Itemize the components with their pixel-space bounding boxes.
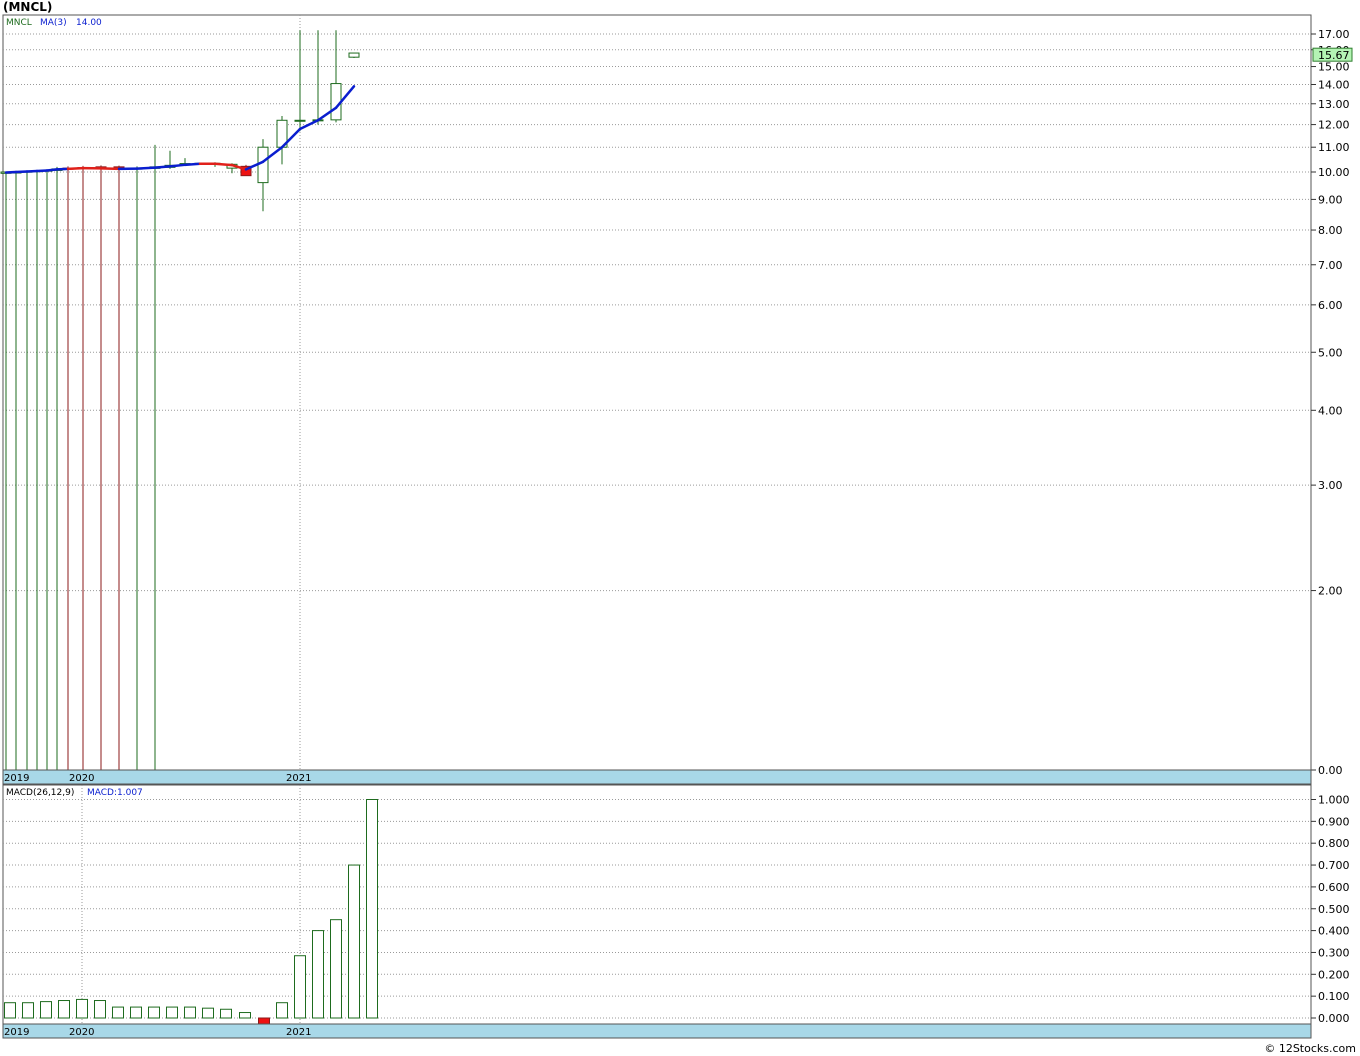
ma-line-segment xyxy=(35,169,49,173)
ma-line-segment xyxy=(4,170,18,174)
candle-body xyxy=(348,52,360,58)
ma-line-segment xyxy=(66,166,85,171)
macd-bar xyxy=(22,1002,34,1019)
macd-bar xyxy=(348,864,360,1019)
macd-bar xyxy=(239,1012,251,1019)
price-axis-label: 9.00 xyxy=(1318,193,1343,206)
price-axis-label: 2.00 xyxy=(1318,585,1343,598)
macd-bar xyxy=(148,1006,160,1019)
candle-body xyxy=(294,119,306,122)
ma-line-segment xyxy=(183,162,202,167)
macd-bar xyxy=(112,1006,124,1019)
copyright-footer: © 12Stocks.com xyxy=(1264,1042,1356,1055)
macd-x-axis-label: 2021 xyxy=(286,1027,311,1038)
price-axis-label: 17.00 xyxy=(1318,28,1350,41)
price-axis-label: 3.00 xyxy=(1318,479,1343,492)
macd-bar xyxy=(220,1008,232,1019)
macd-bar xyxy=(58,1000,70,1019)
macd-axis-label: 0.300 xyxy=(1318,946,1350,959)
ma-line-segment xyxy=(55,167,70,171)
price-axis-label: 5.00 xyxy=(1318,346,1343,359)
macd-bar xyxy=(166,1006,178,1019)
x-axis-label: 2020 xyxy=(69,773,94,784)
legend-ma-value: 14.00 xyxy=(76,18,102,28)
macd-bar xyxy=(330,919,342,1019)
price-axis-label: 15.00 xyxy=(1318,61,1350,74)
legend-symbol: MNCL xyxy=(6,18,32,28)
macd-axis-label: 0.700 xyxy=(1318,859,1350,872)
macd-axis-label: 0.900 xyxy=(1318,815,1350,828)
ma-line-segment xyxy=(25,169,39,173)
macd-x-axis-band xyxy=(2,1023,1312,1039)
price-axis-label: 7.00 xyxy=(1318,259,1343,272)
macd-axis-label: 0.100 xyxy=(1318,990,1350,1003)
price-panel: 0.00 2.00 3.00 4.00 5.00 6.00 7.00 8.00 9.00 10.0… xyxy=(0,14,1353,785)
ma-line-segment xyxy=(45,168,59,172)
macd-bar xyxy=(294,955,306,1019)
ma-line-segment xyxy=(14,170,29,174)
price-axis-label: 13.00 xyxy=(1318,98,1350,111)
ma-line-segment xyxy=(99,167,121,171)
ma-line-segment xyxy=(168,163,187,168)
x-axis-label: 2019 xyxy=(4,773,29,784)
price-plot-area xyxy=(2,14,1312,771)
stock-chart: 0.00 2.00 3.00 4.00 5.00 6.00 7.00 8.00 9.00 10.0… xyxy=(0,14,1353,1039)
macd-x-axis-label: 2020 xyxy=(69,1027,94,1038)
ma-line-segment xyxy=(213,162,234,167)
macd-bar xyxy=(76,998,88,1019)
macd-bar xyxy=(130,1006,142,1019)
macd-x-axis-label: 2019 xyxy=(4,1027,29,1038)
macd-bar xyxy=(184,1006,196,1019)
macd-bar xyxy=(94,1000,106,1019)
x-axis-label: 2021 xyxy=(286,773,311,784)
macd-value-label: MACD:1.007 xyxy=(87,788,143,798)
macd-axis-label: 0.800 xyxy=(1318,837,1350,850)
ma-line-segment xyxy=(135,166,157,170)
macd-axis-label: 0.500 xyxy=(1318,903,1350,916)
macd-bar xyxy=(202,1007,214,1019)
macd-bar xyxy=(276,1002,288,1019)
macd-axis-label: 0.600 xyxy=(1318,881,1350,894)
price-axis-label: 14.00 xyxy=(1318,78,1350,91)
price-axis-label: 8.00 xyxy=(1318,224,1343,237)
last-price-label: 15.67 xyxy=(1318,49,1350,62)
candle-body xyxy=(257,146,269,184)
ma-line-segment xyxy=(153,165,172,169)
price-axis-label: 6.00 xyxy=(1318,299,1343,312)
macd-axis-label: 0.000 xyxy=(1318,1012,1350,1025)
price-axis-label: 4.00 xyxy=(1318,404,1343,417)
price-axis-label: 11.00 xyxy=(1318,141,1350,154)
macd-bar xyxy=(40,1001,52,1019)
macd-bar xyxy=(366,799,378,1019)
legend-ma-label: MA(3) xyxy=(40,18,67,28)
price-axis-label: 12.00 xyxy=(1318,119,1350,132)
price-axis-label: 10.00 xyxy=(1318,166,1350,179)
macd-bar xyxy=(4,1002,16,1019)
macd-label: MACD(26,12,9) xyxy=(6,788,74,798)
x-axis-band xyxy=(2,769,1312,785)
macd-panel: 0.000 0.100 0.200 0.300 0.400 0.500 0.600 0.700… xyxy=(2,784,1350,1039)
macd-bar xyxy=(312,930,324,1019)
macd-axis-label: 0.200 xyxy=(1318,968,1350,981)
macd-axis-label: 0.400 xyxy=(1318,925,1350,938)
macd-axis-label: 1.000 xyxy=(1318,794,1350,807)
price-axis-label: 0.00 xyxy=(1318,764,1343,777)
